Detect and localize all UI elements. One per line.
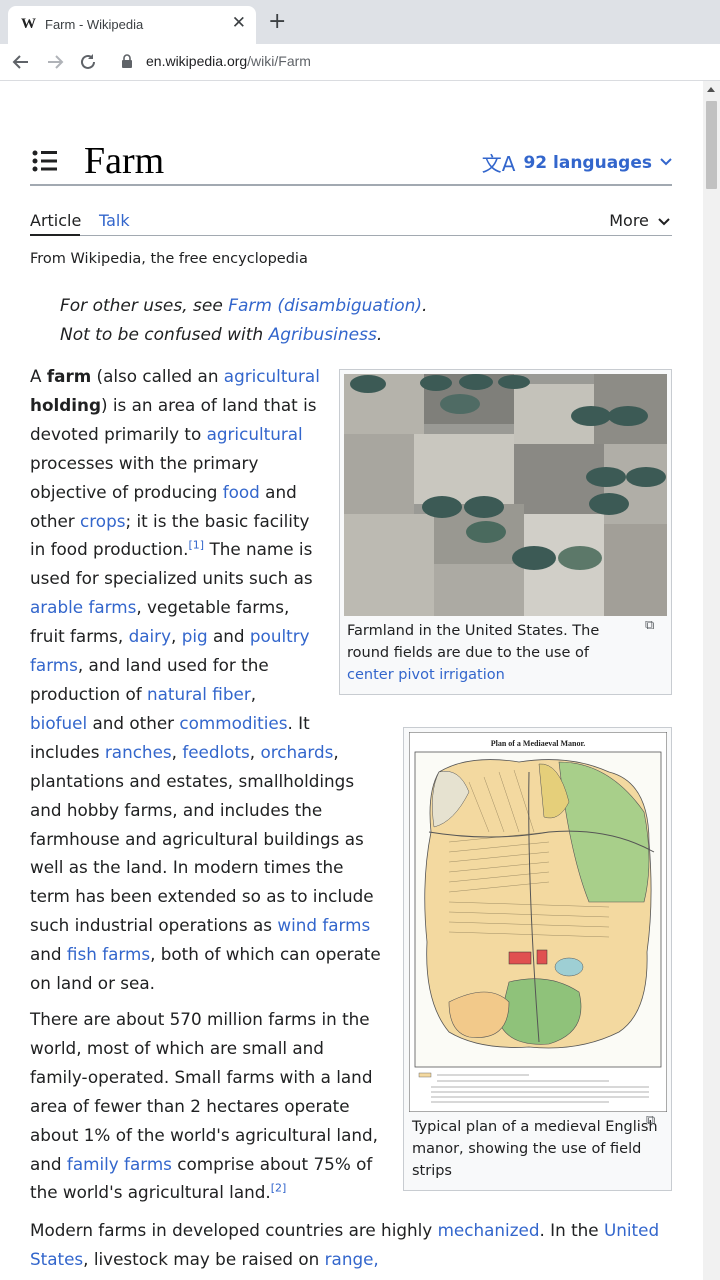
browser-toolbar: en.wikipedia.org/wiki/Farm — [0, 44, 720, 81]
tab-talk[interactable]: Talk — [99, 211, 130, 230]
para3-mid2: , livestock may be raised on — [83, 1248, 325, 1269]
enlarge-icon[interactable]: ⧉ — [646, 1113, 655, 1128]
paragraph-modern: Modern farms in developed countries are … — [30, 1216, 672, 1274]
active-tab-indicator — [30, 234, 80, 236]
hatnote1-suffix: . — [422, 296, 428, 316]
back-button[interactable] — [9, 50, 33, 74]
forward-button[interactable] — [43, 50, 67, 74]
farmland-aerial-image[interactable] — [344, 374, 667, 616]
languages-label: 92 languages — [523, 152, 652, 173]
manor-plan-title: Plan of a Mediaeval Manor. — [491, 739, 586, 748]
main-menu-icon[interactable] — [32, 150, 58, 176]
address-bar[interactable]: en.wikipedia.org/wiki/Farm — [146, 53, 311, 69]
chevron-down-icon — [658, 218, 670, 226]
wikipedia-favicon: W — [21, 16, 36, 32]
tab-title: Farm - Wikipedia — [45, 17, 144, 32]
hatnote-disambiguation: For other uses, see Farm (disambiguation… — [60, 296, 427, 316]
tabs-divider — [30, 235, 672, 236]
para3-mid: . In the — [539, 1220, 604, 1240]
figure-farmland-caption: Farmland in the United States. The round… — [347, 620, 637, 686]
title-divider — [30, 184, 672, 186]
more-menu[interactable]: More — [609, 211, 670, 230]
more-label: More — [609, 211, 649, 230]
language-selector[interactable]: 文A 92 languages — [482, 148, 672, 177]
center-pivot-irrigation-link[interactable]: center pivot irrigation — [347, 667, 505, 683]
url-path: /wiki/Farm — [247, 53, 311, 69]
close-tab-icon[interactable]: ✕ — [232, 14, 246, 32]
reload-button[interactable] — [76, 50, 100, 74]
translate-icon: 文A — [481, 152, 516, 176]
tab-article[interactable]: Article — [30, 211, 81, 230]
new-tab-button[interactable]: + — [268, 11, 286, 33]
mechanized-link[interactable]: mechanized — [438, 1220, 540, 1240]
reload-icon — [81, 54, 95, 69]
figure-manor-caption: Typical plan of a medieval English manor… — [412, 1119, 658, 1179]
back-arrow-icon — [12, 55, 28, 69]
chevron-down-icon — [660, 155, 672, 170]
browser-tabstrip: W Farm - Wikipedia ✕ + — [0, 0, 720, 44]
figure-manor-plan: Plan of a Mediaeval Manor. Typical plan … — [403, 727, 672, 1191]
farm-disambiguation-link[interactable]: Farm (disambiguation) — [228, 296, 422, 316]
hatnote1-prefix: For other uses, see — [60, 296, 229, 316]
page-scrollbar[interactable] — [703, 81, 720, 1280]
page-title: Farm — [84, 140, 165, 182]
enlarge-icon[interactable]: ⧉ — [645, 618, 654, 633]
url-host: en.wikipedia.org — [146, 53, 248, 69]
figure-farmland: Farmland in the United States. The round… — [339, 369, 672, 695]
lock-icon[interactable] — [121, 54, 133, 73]
site-tagline: From Wikipedia, the free encyclopedia — [30, 251, 308, 267]
caption-text: Farmland in the United States. The round… — [347, 623, 600, 661]
scroll-thumb[interactable] — [706, 101, 717, 189]
paragraph-intro: A farm (also called an agricultural holdi… — [30, 366, 381, 994]
paragraph-statistics: There are about 570 million farms in the… — [30, 1009, 378, 1203]
hatnote-not-confused: Not to be confused with Agribusiness. — [60, 325, 382, 345]
agribusiness-link[interactable]: Agribusiness — [269, 325, 377, 345]
manor-plan-image[interactable]: Plan of a Mediaeval Manor. — [409, 732, 667, 1112]
scroll-up-arrow-icon[interactable] — [707, 87, 715, 92]
range-link[interactable]: range, — [325, 1249, 379, 1269]
para3-prefix: Modern farms in developed countries are … — [30, 1220, 438, 1240]
forward-arrow-icon — [48, 55, 64, 69]
browser-tab[interactable]: W Farm - Wikipedia ✕ — [8, 6, 256, 44]
hatnote2-suffix: . — [376, 325, 383, 345]
page-tabs: Article Talk More — [30, 209, 672, 237]
hatnote2-prefix: Not to be confused with — [60, 325, 269, 345]
